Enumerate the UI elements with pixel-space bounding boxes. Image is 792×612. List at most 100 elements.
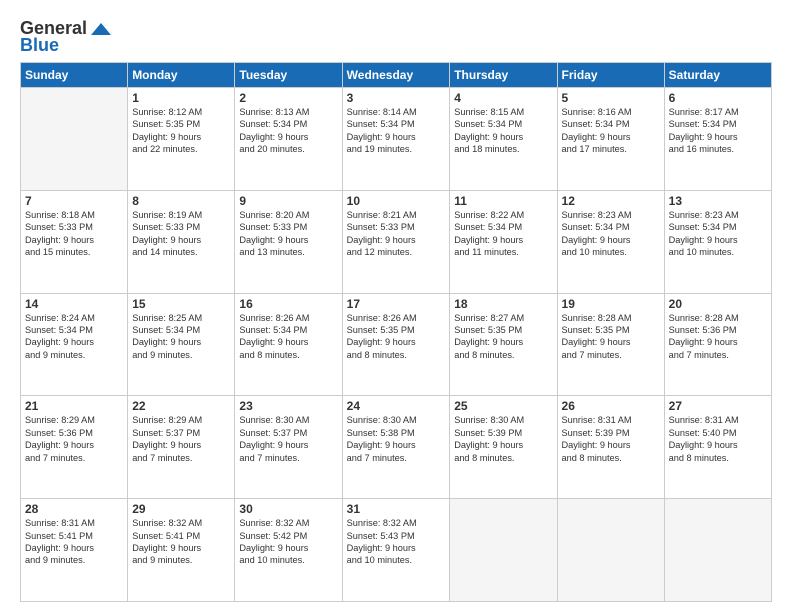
weekday-header-thursday: Thursday xyxy=(450,63,557,88)
day-number: 8 xyxy=(132,194,230,208)
calendar-cell xyxy=(450,499,557,602)
weekday-header-saturday: Saturday xyxy=(664,63,771,88)
day-number: 1 xyxy=(132,91,230,105)
calendar-cell: 18Sunrise: 8:27 AM Sunset: 5:35 PM Dayli… xyxy=(450,293,557,396)
day-info: Sunrise: 8:29 AM Sunset: 5:37 PM Dayligh… xyxy=(132,414,230,464)
calendar-week-3: 14Sunrise: 8:24 AM Sunset: 5:34 PM Dayli… xyxy=(21,293,772,396)
day-info: Sunrise: 8:22 AM Sunset: 5:34 PM Dayligh… xyxy=(454,209,552,259)
calendar-cell: 23Sunrise: 8:30 AM Sunset: 5:37 PM Dayli… xyxy=(235,396,342,499)
day-info: Sunrise: 8:24 AM Sunset: 5:34 PM Dayligh… xyxy=(25,312,123,362)
calendar-cell: 22Sunrise: 8:29 AM Sunset: 5:37 PM Dayli… xyxy=(128,396,235,499)
weekday-header-friday: Friday xyxy=(557,63,664,88)
calendar-cell: 5Sunrise: 8:16 AM Sunset: 5:34 PM Daylig… xyxy=(557,88,664,191)
weekday-header-sunday: Sunday xyxy=(21,63,128,88)
day-info: Sunrise: 8:15 AM Sunset: 5:34 PM Dayligh… xyxy=(454,106,552,156)
day-number: 3 xyxy=(347,91,446,105)
calendar-cell: 15Sunrise: 8:25 AM Sunset: 5:34 PM Dayli… xyxy=(128,293,235,396)
weekday-header-monday: Monday xyxy=(128,63,235,88)
day-info: Sunrise: 8:27 AM Sunset: 5:35 PM Dayligh… xyxy=(454,312,552,362)
day-number: 16 xyxy=(239,297,337,311)
day-info: Sunrise: 8:28 AM Sunset: 5:36 PM Dayligh… xyxy=(669,312,767,362)
calendar-cell: 14Sunrise: 8:24 AM Sunset: 5:34 PM Dayli… xyxy=(21,293,128,396)
calendar-cell xyxy=(21,88,128,191)
calendar-cell: 6Sunrise: 8:17 AM Sunset: 5:34 PM Daylig… xyxy=(664,88,771,191)
day-number: 29 xyxy=(132,502,230,516)
calendar-cell: 2Sunrise: 8:13 AM Sunset: 5:34 PM Daylig… xyxy=(235,88,342,191)
day-info: Sunrise: 8:14 AM Sunset: 5:34 PM Dayligh… xyxy=(347,106,446,156)
calendar-cell: 20Sunrise: 8:28 AM Sunset: 5:36 PM Dayli… xyxy=(664,293,771,396)
logo: General Blue xyxy=(20,18,111,56)
calendar-cell: 10Sunrise: 8:21 AM Sunset: 5:33 PM Dayli… xyxy=(342,190,450,293)
day-number: 28 xyxy=(25,502,123,516)
day-number: 22 xyxy=(132,399,230,413)
day-number: 5 xyxy=(562,91,660,105)
page: General Blue SundayMondayTuesdayWednesda… xyxy=(0,0,792,612)
calendar-cell: 7Sunrise: 8:18 AM Sunset: 5:33 PM Daylig… xyxy=(21,190,128,293)
header: General Blue xyxy=(20,18,772,56)
calendar-cell: 26Sunrise: 8:31 AM Sunset: 5:39 PM Dayli… xyxy=(557,396,664,499)
calendar-week-4: 21Sunrise: 8:29 AM Sunset: 5:36 PM Dayli… xyxy=(21,396,772,499)
calendar-cell: 12Sunrise: 8:23 AM Sunset: 5:34 PM Dayli… xyxy=(557,190,664,293)
calendar-cell: 21Sunrise: 8:29 AM Sunset: 5:36 PM Dayli… xyxy=(21,396,128,499)
calendar-cell xyxy=(557,499,664,602)
calendar-cell: 17Sunrise: 8:26 AM Sunset: 5:35 PM Dayli… xyxy=(342,293,450,396)
calendar: SundayMondayTuesdayWednesdayThursdayFrid… xyxy=(20,62,772,602)
calendar-cell: 27Sunrise: 8:31 AM Sunset: 5:40 PM Dayli… xyxy=(664,396,771,499)
calendar-week-1: 1Sunrise: 8:12 AM Sunset: 5:35 PM Daylig… xyxy=(21,88,772,191)
day-info: Sunrise: 8:30 AM Sunset: 5:38 PM Dayligh… xyxy=(347,414,446,464)
day-number: 31 xyxy=(347,502,446,516)
day-info: Sunrise: 8:23 AM Sunset: 5:34 PM Dayligh… xyxy=(562,209,660,259)
calendar-week-2: 7Sunrise: 8:18 AM Sunset: 5:33 PM Daylig… xyxy=(21,190,772,293)
calendar-cell: 16Sunrise: 8:26 AM Sunset: 5:34 PM Dayli… xyxy=(235,293,342,396)
calendar-cell: 19Sunrise: 8:28 AM Sunset: 5:35 PM Dayli… xyxy=(557,293,664,396)
calendar-cell: 31Sunrise: 8:32 AM Sunset: 5:43 PM Dayli… xyxy=(342,499,450,602)
day-info: Sunrise: 8:32 AM Sunset: 5:43 PM Dayligh… xyxy=(347,517,446,567)
logo-blue-text: Blue xyxy=(20,35,59,56)
day-number: 6 xyxy=(669,91,767,105)
calendar-cell: 8Sunrise: 8:19 AM Sunset: 5:33 PM Daylig… xyxy=(128,190,235,293)
calendar-cell: 11Sunrise: 8:22 AM Sunset: 5:34 PM Dayli… xyxy=(450,190,557,293)
day-info: Sunrise: 8:31 AM Sunset: 5:39 PM Dayligh… xyxy=(562,414,660,464)
calendar-cell xyxy=(664,499,771,602)
day-info: Sunrise: 8:29 AM Sunset: 5:36 PM Dayligh… xyxy=(25,414,123,464)
calendar-cell: 3Sunrise: 8:14 AM Sunset: 5:34 PM Daylig… xyxy=(342,88,450,191)
calendar-cell: 28Sunrise: 8:31 AM Sunset: 5:41 PM Dayli… xyxy=(21,499,128,602)
calendar-cell: 30Sunrise: 8:32 AM Sunset: 5:42 PM Dayli… xyxy=(235,499,342,602)
day-info: Sunrise: 8:31 AM Sunset: 5:40 PM Dayligh… xyxy=(669,414,767,464)
day-number: 30 xyxy=(239,502,337,516)
day-number: 19 xyxy=(562,297,660,311)
day-number: 14 xyxy=(25,297,123,311)
calendar-body: 1Sunrise: 8:12 AM Sunset: 5:35 PM Daylig… xyxy=(21,88,772,602)
day-info: Sunrise: 8:26 AM Sunset: 5:35 PM Dayligh… xyxy=(347,312,446,362)
day-info: Sunrise: 8:17 AM Sunset: 5:34 PM Dayligh… xyxy=(669,106,767,156)
day-number: 17 xyxy=(347,297,446,311)
day-info: Sunrise: 8:20 AM Sunset: 5:33 PM Dayligh… xyxy=(239,209,337,259)
calendar-cell: 1Sunrise: 8:12 AM Sunset: 5:35 PM Daylig… xyxy=(128,88,235,191)
day-number: 12 xyxy=(562,194,660,208)
day-number: 25 xyxy=(454,399,552,413)
day-info: Sunrise: 8:30 AM Sunset: 5:37 PM Dayligh… xyxy=(239,414,337,464)
day-number: 18 xyxy=(454,297,552,311)
day-number: 10 xyxy=(347,194,446,208)
day-number: 26 xyxy=(562,399,660,413)
day-number: 9 xyxy=(239,194,337,208)
day-number: 15 xyxy=(132,297,230,311)
day-info: Sunrise: 8:16 AM Sunset: 5:34 PM Dayligh… xyxy=(562,106,660,156)
day-number: 21 xyxy=(25,399,123,413)
calendar-cell: 13Sunrise: 8:23 AM Sunset: 5:34 PM Dayli… xyxy=(664,190,771,293)
day-number: 24 xyxy=(347,399,446,413)
logo-icon xyxy=(89,21,111,37)
day-info: Sunrise: 8:32 AM Sunset: 5:41 PM Dayligh… xyxy=(132,517,230,567)
day-info: Sunrise: 8:18 AM Sunset: 5:33 PM Dayligh… xyxy=(25,209,123,259)
day-info: Sunrise: 8:28 AM Sunset: 5:35 PM Dayligh… xyxy=(562,312,660,362)
calendar-cell: 24Sunrise: 8:30 AM Sunset: 5:38 PM Dayli… xyxy=(342,396,450,499)
weekday-header-wednesday: Wednesday xyxy=(342,63,450,88)
day-number: 7 xyxy=(25,194,123,208)
weekday-row: SundayMondayTuesdayWednesdayThursdayFrid… xyxy=(21,63,772,88)
calendar-cell: 9Sunrise: 8:20 AM Sunset: 5:33 PM Daylig… xyxy=(235,190,342,293)
calendar-cell: 25Sunrise: 8:30 AM Sunset: 5:39 PM Dayli… xyxy=(450,396,557,499)
calendar-cell: 29Sunrise: 8:32 AM Sunset: 5:41 PM Dayli… xyxy=(128,499,235,602)
day-number: 20 xyxy=(669,297,767,311)
day-info: Sunrise: 8:30 AM Sunset: 5:39 PM Dayligh… xyxy=(454,414,552,464)
day-info: Sunrise: 8:31 AM Sunset: 5:41 PM Dayligh… xyxy=(25,517,123,567)
